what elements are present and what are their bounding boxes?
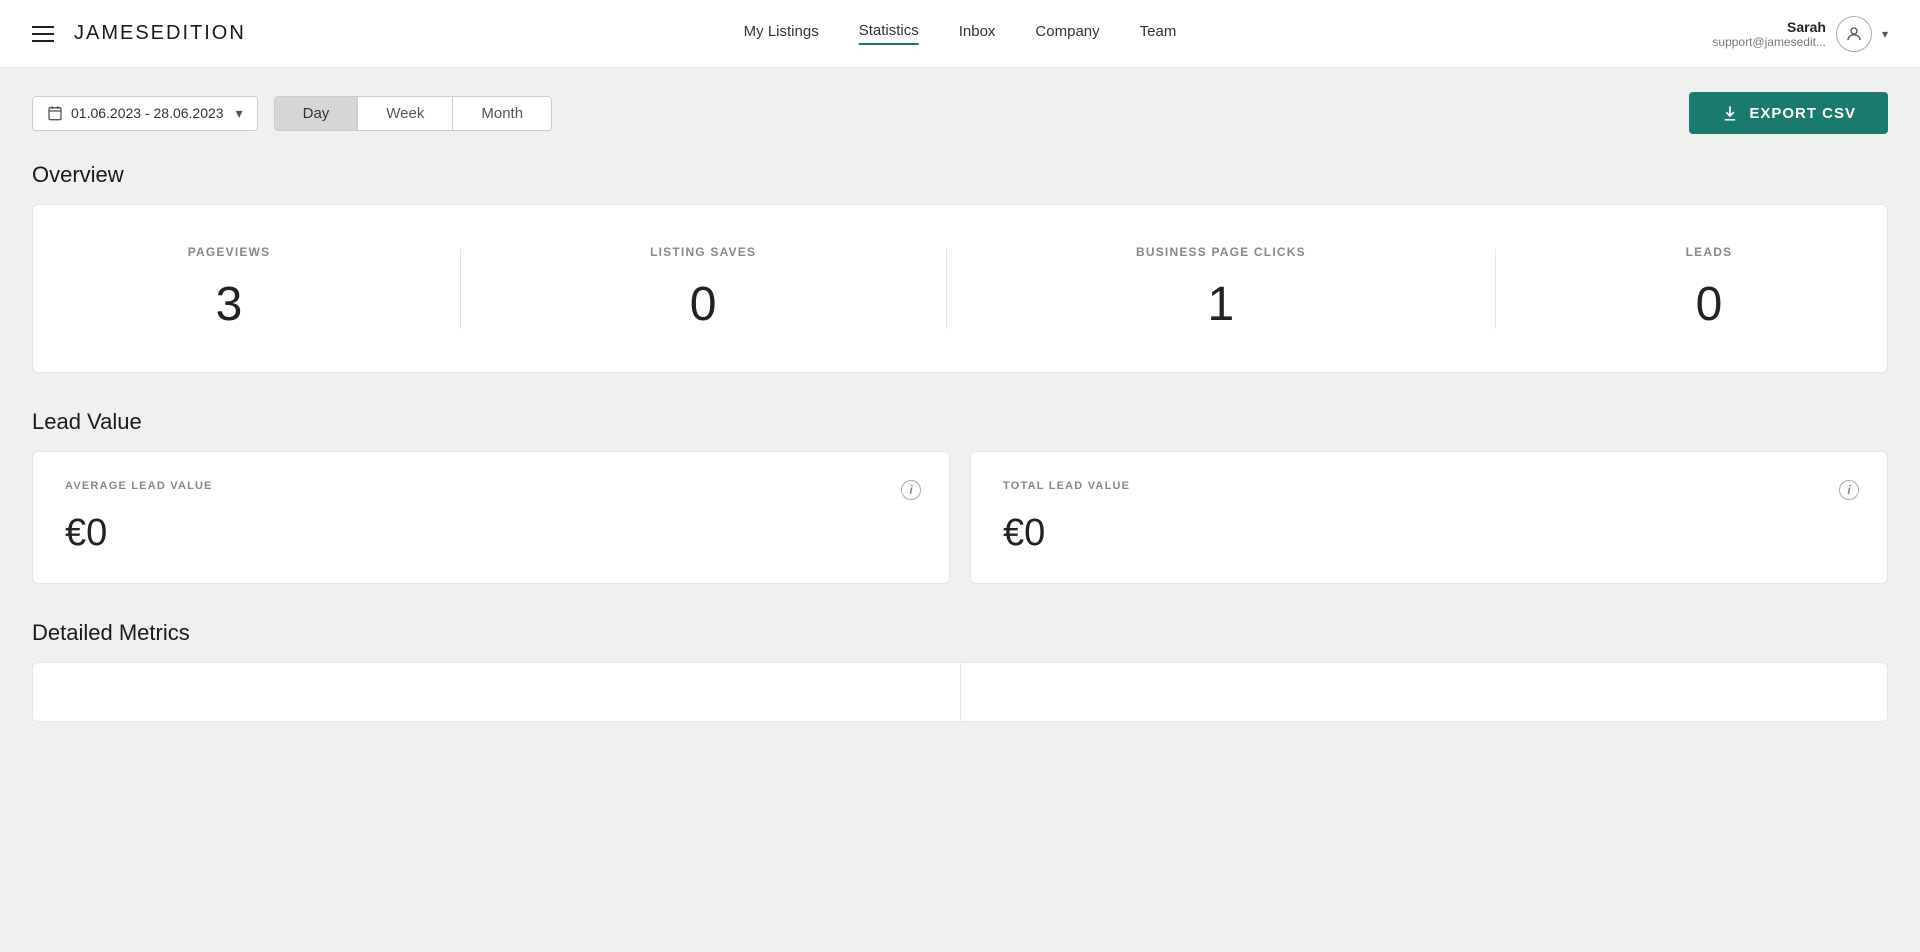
upload-icon: [1721, 104, 1739, 122]
metric-label: LISTING SAVES: [650, 245, 756, 259]
metric-item-listing-saves: LISTING SAVES 0: [650, 245, 756, 332]
header: JamesEdition My Listings Statistics Inbox C…: [0, 0, 1920, 68]
nav-item-inbox[interactable]: Inbox: [959, 23, 996, 44]
period-buttons: DayWeekMonth: [274, 96, 552, 131]
export-csv-button[interactable]: EXPORT CSV: [1689, 92, 1888, 134]
main-nav: My Listings Statistics Inbox Company Team: [744, 22, 1177, 45]
date-range-chevron: ▾: [236, 105, 243, 122]
metric-divider: [946, 249, 947, 329]
lead-card-value: €0: [65, 512, 917, 555]
logo: JamesEdition: [74, 22, 246, 45]
hamburger-menu[interactable]: [32, 26, 54, 42]
logo-text: JamesEdition: [74, 22, 246, 44]
detailed-metrics-title: Detailed Metrics: [32, 620, 1888, 646]
detailed-half-right: [961, 663, 1888, 721]
info-icon[interactable]: i: [901, 480, 921, 500]
user-email: support@jamesedit...: [1712, 35, 1826, 49]
lead-value-cards: AVERAGE LEAD VALUE €0 i TOTAL LEAD VALUE…: [32, 451, 1888, 584]
metric-label: PAGEVIEWS: [188, 245, 271, 259]
lead-value-section: Lead Value AVERAGE LEAD VALUE €0 i TOTAL…: [32, 409, 1888, 584]
metric-value: 0: [1686, 277, 1733, 332]
overview-section: Overview PAGEVIEWS 3 LISTING SAVES 0 BUS…: [32, 162, 1888, 373]
metric-label: BUSINESS PAGE CLICKS: [1136, 245, 1306, 259]
header-right: Sarah support@jamesedit... ▾: [1712, 16, 1888, 52]
detailed-metrics-card: [32, 662, 1888, 722]
period-btn-day[interactable]: Day: [275, 97, 359, 130]
metric-value: 3: [188, 277, 271, 332]
date-range-label: 01.06.2023 - 28.06.2023: [71, 105, 224, 121]
nav-item-team[interactable]: Team: [1140, 23, 1177, 44]
metric-divider: [460, 249, 461, 329]
overview-title: Overview: [32, 162, 1888, 188]
nav-item-statistics[interactable]: Statistics: [859, 22, 919, 45]
user-name: Sarah: [1712, 19, 1826, 35]
metric-value: 0: [650, 277, 756, 332]
nav-item-company[interactable]: Company: [1035, 23, 1099, 44]
period-btn-week[interactable]: Week: [358, 97, 453, 130]
toolbar: 01.06.2023 - 28.06.2023 ▾ DayWeekMonth E…: [32, 92, 1888, 134]
export-label: EXPORT CSV: [1749, 105, 1856, 122]
metric-item-pageviews: PAGEVIEWS 3: [188, 245, 271, 332]
period-btn-month[interactable]: Month: [453, 97, 551, 130]
overview-card: PAGEVIEWS 3 LISTING SAVES 0 BUSINESS PAG…: [32, 204, 1888, 373]
calendar-icon: [47, 105, 63, 121]
nav-item-my-listings[interactable]: My Listings: [744, 23, 819, 44]
lead-card-value: €0: [1003, 512, 1855, 555]
detailed-half-left: [33, 663, 961, 721]
detailed-metrics-section: Detailed Metrics: [32, 620, 1888, 722]
info-icon[interactable]: i: [1839, 480, 1859, 500]
lead-card-total-lead-value: TOTAL LEAD VALUE €0 i: [970, 451, 1888, 584]
lead-value-title: Lead Value: [32, 409, 1888, 435]
metric-label: LEADS: [1686, 245, 1733, 259]
lead-card-label: TOTAL LEAD VALUE: [1003, 480, 1855, 492]
user-avatar-button[interactable]: [1836, 16, 1872, 52]
metric-value: 1: [1136, 277, 1306, 332]
lead-card-average-lead-value: AVERAGE LEAD VALUE €0 i: [32, 451, 950, 584]
date-range-picker[interactable]: 01.06.2023 - 28.06.2023 ▾: [32, 96, 258, 131]
toolbar-left: 01.06.2023 - 28.06.2023 ▾ DayWeekMonth: [32, 96, 552, 131]
metric-divider: [1495, 249, 1496, 329]
metric-item-leads: LEADS 0: [1686, 245, 1733, 332]
main-content: 01.06.2023 - 28.06.2023 ▾ DayWeekMonth E…: [0, 68, 1920, 782]
user-dropdown-chevron[interactable]: ▾: [1882, 27, 1888, 41]
lead-card-label: AVERAGE LEAD VALUE: [65, 480, 917, 492]
metric-item-business-page-clicks: BUSINESS PAGE CLICKS 1: [1136, 245, 1306, 332]
header-left: JamesEdition: [32, 22, 246, 45]
user-info: Sarah support@jamesedit...: [1712, 19, 1826, 49]
